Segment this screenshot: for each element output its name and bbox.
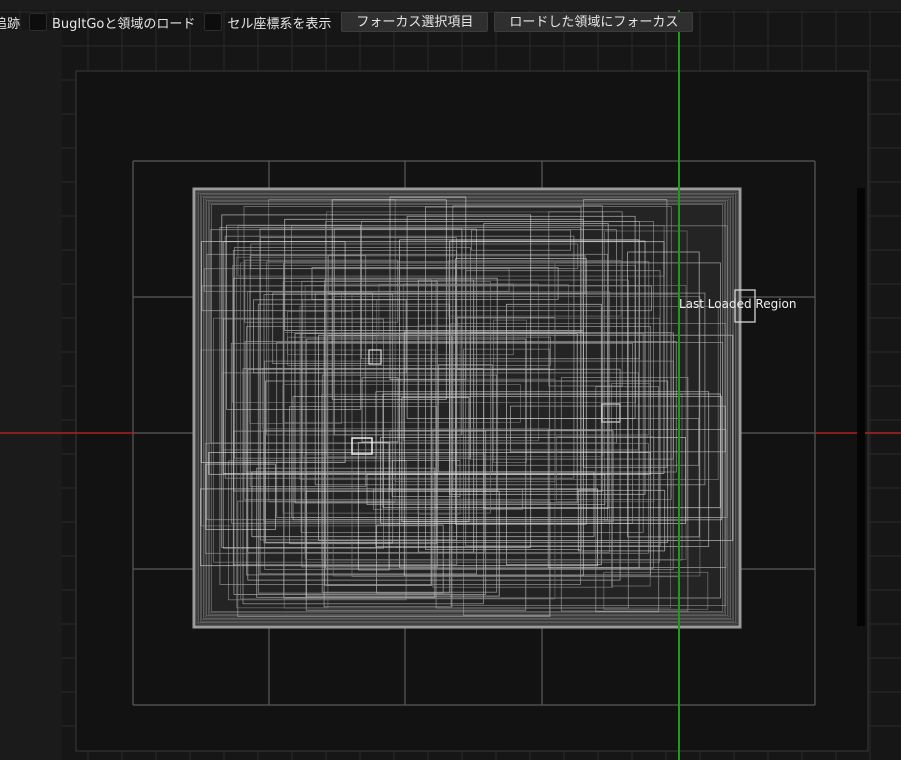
bugitgo-load-label: BugItGoと領域のロード xyxy=(52,16,196,32)
show-cell-coords-label: セル座標系を表示 xyxy=(227,16,332,32)
focus-loaded-region-button[interactable]: ロードした領域にフォーカス xyxy=(494,12,694,32)
viewport-toolbar: 追跡 BugItGoと領域のロード セル座標系を表示 フォーカス選択項目 ロード… xyxy=(0,10,901,34)
focus-selection-button[interactable]: フォーカス選択項目 xyxy=(341,12,489,32)
trail-label: 追跡 xyxy=(0,16,21,32)
world-map-canvas[interactable] xyxy=(0,0,901,760)
top-strip xyxy=(0,0,901,10)
left-margin xyxy=(0,30,62,760)
checkbox-icon[interactable] xyxy=(204,13,223,31)
last-loaded-region-label: Last Loaded Region xyxy=(679,297,797,311)
world-partition-viewport[interactable]: Last Loaded Region xyxy=(0,0,901,760)
viewport-scrollbar[interactable] xyxy=(857,188,865,626)
checkbox-icon[interactable] xyxy=(29,13,48,31)
